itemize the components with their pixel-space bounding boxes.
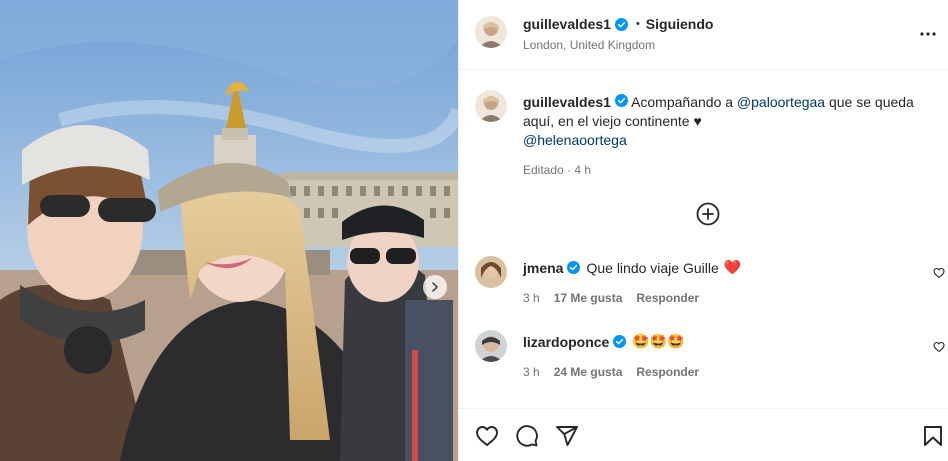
comment-like-button[interactable]: [933, 266, 945, 279]
more-options-button[interactable]: [919, 25, 937, 43]
chevron-right-icon: [432, 282, 438, 292]
comment-avatar[interactable]: [475, 256, 507, 288]
following-button[interactable]: Siguiendo: [646, 16, 714, 32]
comment-meta: 3 h 24 Me gusta Responder: [523, 365, 713, 379]
bookmark-icon: [924, 426, 942, 446]
load-more-comments-button[interactable]: [696, 202, 720, 226]
plus-circle-icon: [696, 202, 720, 226]
mention-link[interactable]: @helenaoortega: [523, 132, 627, 148]
caption-text-before: Acompañando a: [631, 94, 734, 110]
heart-icon: [933, 341, 945, 353]
verified-badge-icon: [567, 261, 581, 274]
share-icon: [556, 426, 578, 446]
carousel-next-button[interactable]: [423, 275, 447, 299]
caption-username[interactable]: guillevaldes1: [523, 94, 611, 110]
comment-item: lizardoponce 🤩🤩🤩 3 h 24 Me gusta Respond…: [475, 330, 945, 390]
verified-badge-icon: [614, 17, 628, 31]
profile-photo-icon: [475, 16, 507, 48]
reply-button[interactable]: Responder: [636, 365, 699, 379]
verified-badge-icon: [613, 335, 627, 348]
reply-button[interactable]: Responder: [636, 291, 699, 305]
comment-like-button[interactable]: [933, 340, 945, 353]
post-header: guillevaldes1 • Siguiendo London, United…: [459, 0, 948, 70]
author-avatar[interactable]: [475, 16, 507, 48]
profile-photo-icon: [475, 330, 507, 362]
caption-avatar[interactable]: [475, 90, 507, 122]
author-line: guillevaldes1 • Siguiendo: [523, 16, 713, 32]
post-photo[interactable]: [0, 0, 458, 461]
separator-dot: •: [635, 18, 640, 30]
more-horizontal-icon: [920, 32, 936, 36]
comment-button[interactable]: [515, 424, 539, 448]
comment-line: jmena Que lindo viaje Guille ❤️: [523, 259, 741, 276]
comment-time: 3 h: [523, 365, 540, 379]
star-struck-emojis: 🤩🤩🤩: [632, 333, 685, 349]
comment-username[interactable]: lizardoponce: [523, 334, 609, 350]
comment-text: Que lindo viaje Guille: [586, 259, 719, 276]
comment-likes-count[interactable]: 24 Me gusta: [554, 365, 623, 379]
profile-photo-icon: [475, 256, 507, 288]
comment-likes-count[interactable]: 17 Me gusta: [554, 291, 623, 305]
like-button[interactable]: [475, 424, 499, 448]
post-side-panel: guillevaldes1 • Siguiendo London, United…: [458, 0, 948, 461]
verified-badge-icon: [614, 94, 628, 107]
edited-timestamp: Editado · 4 h: [523, 163, 592, 177]
caption-text: guillevaldes1 Acompañando a @paloortegaa…: [523, 93, 923, 150]
post-action-bar: [459, 408, 948, 461]
comment-avatar[interactable]: [475, 330, 507, 362]
heart-icon: [476, 426, 498, 446]
heart-emoji: ❤️: [723, 259, 742, 275]
share-button[interactable]: [555, 424, 579, 448]
comment-meta: 3 h 17 Me gusta Responder: [523, 291, 713, 305]
comment-icon: [516, 425, 538, 447]
mention-link[interactable]: @paloortegaa: [737, 94, 825, 110]
comment-line: lizardoponce 🤩🤩🤩: [523, 333, 685, 350]
comment-username[interactable]: jmena: [523, 260, 563, 276]
selfie-photo-image: [0, 0, 458, 461]
heart-icon: [933, 267, 945, 279]
profile-photo-icon: [475, 90, 507, 122]
post-location[interactable]: London, United Kingdom: [523, 38, 655, 52]
save-button[interactable]: [921, 424, 945, 448]
author-username[interactable]: guillevaldes1: [523, 16, 611, 32]
comment-item: jmena Que lindo viaje Guille ❤️ 3 h 17 M…: [475, 256, 945, 316]
comment-time: 3 h: [523, 291, 540, 305]
